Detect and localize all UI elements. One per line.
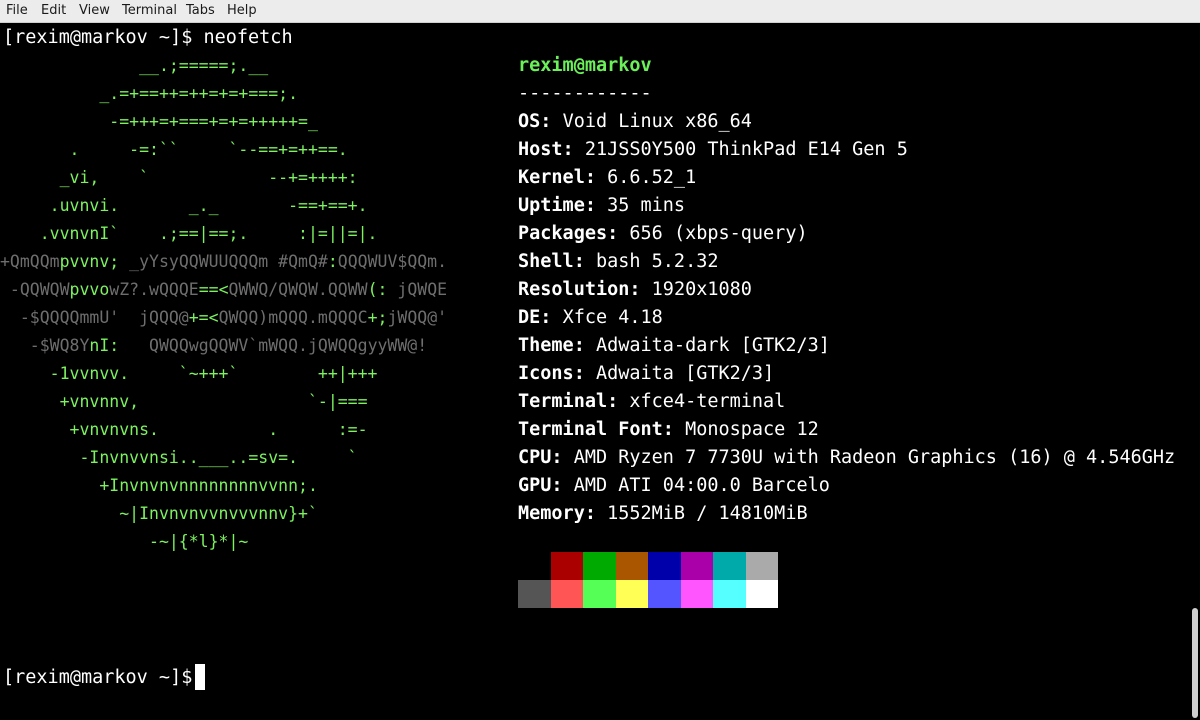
separator: ------------ bbox=[518, 83, 652, 104]
logo-line: . -=:`` `--==+=++==. bbox=[0, 140, 348, 159]
color-swatch bbox=[713, 552, 746, 580]
menu-terminal[interactable]: Terminal bbox=[122, 3, 177, 18]
color-palette bbox=[518, 552, 778, 608]
logo-line: -Invnvvnsi..___..=sv=. ` bbox=[0, 448, 358, 467]
text-cursor bbox=[195, 664, 205, 690]
info-memory: Memory: 1552MiB / 14810MiB bbox=[518, 503, 808, 524]
info-gpu: GPU: AMD ATI 04:00.0 Barcelo bbox=[518, 475, 830, 496]
color-swatch bbox=[680, 580, 713, 608]
color-swatch bbox=[583, 580, 616, 608]
info-theme: Theme: Adwaita-dark [GTK2/3] bbox=[518, 335, 830, 356]
color-swatch bbox=[518, 552, 551, 580]
color-swatch bbox=[615, 580, 648, 608]
info-terminal: Terminal: xfce4-terminal bbox=[518, 391, 786, 412]
logo-line: ~|Invnvnvvnvvvnnv}+` bbox=[0, 504, 318, 523]
prompt-line: [rexim@markov ~]$ bbox=[3, 667, 193, 688]
color-swatch bbox=[713, 580, 746, 608]
color-swatch bbox=[583, 552, 616, 580]
info-os: OS: Void Linux x86_64 bbox=[518, 111, 752, 132]
logo-line: +vnvnnv, `-|=== bbox=[0, 392, 368, 411]
logo-line: +vnvnvns. . :=- bbox=[0, 420, 368, 439]
color-swatch bbox=[680, 552, 713, 580]
logo-line: -~|{*l}*|~ bbox=[0, 532, 249, 551]
color-swatch bbox=[745, 580, 778, 608]
info-kernel: Kernel: 6.6.52_1 bbox=[518, 167, 697, 188]
menu-edit[interactable]: Edit bbox=[41, 3, 66, 18]
info-resolution: Resolution: 1920x1080 bbox=[518, 279, 752, 300]
menu-view[interactable]: View bbox=[79, 3, 110, 18]
logo-line: +Invnvnvnnnnnnnnvvnn;. bbox=[0, 476, 318, 495]
scrollbar[interactable] bbox=[1192, 608, 1198, 718]
terminal-area[interactable]: [rexim@markov ~]$ neofetch __.;=====;.__… bbox=[0, 23, 1200, 720]
info-packages: Packages: 656 (xbps-query) bbox=[518, 223, 808, 244]
menu-help[interactable]: Help bbox=[227, 3, 257, 18]
info-shell: Shell: bash 5.2.32 bbox=[518, 251, 719, 272]
info-icons: Icons: Adwaita [GTK2/3] bbox=[518, 363, 775, 384]
menu-tabs[interactable]: Tabs bbox=[186, 3, 215, 18]
menu-file[interactable]: File bbox=[6, 3, 28, 18]
info-terminal-font: Terminal Font: Monospace 12 bbox=[518, 419, 819, 440]
info-cpu: CPU: AMD Ryzen 7 7730U with Radeon Graph… bbox=[518, 447, 1176, 468]
logo-line: -QQWQWpvvowZ?.wQQQE==<QWWQ/QWQW.QQWW(: j… bbox=[0, 280, 448, 299]
logo-line: -=+++=+===+=+=+++++=_ bbox=[0, 112, 318, 131]
logo-line: .vvnvnI` .;==|==;. :|=||=|. bbox=[0, 224, 378, 243]
color-swatch bbox=[518, 580, 551, 608]
command-line: [rexim@markov ~]$ neofetch bbox=[3, 27, 293, 48]
logo-line: .uvnvi. _._ -==+==+. bbox=[0, 196, 368, 215]
color-swatch bbox=[745, 552, 778, 580]
logo-line: -$QQQQmmU' jQQQ@+=<QWQQ)mQQQ.mQQQC+;jWQQ… bbox=[0, 308, 448, 327]
logo-line: __.;=====;.__ bbox=[0, 56, 269, 75]
logo-line: -$WQ8YnI: QWQQwgQQWV`mWQQ.jQWQQgyyWW@! bbox=[0, 336, 428, 355]
logo-line: _.=+==++=++=+=+===;. bbox=[0, 84, 299, 103]
color-swatch bbox=[648, 552, 681, 580]
logo-line: _vi, ` --+=++++: bbox=[0, 168, 358, 187]
info-de: DE: Xfce 4.18 bbox=[518, 307, 663, 328]
logo-line: +QmQQmpvvnv; _yYsyQQWUUQQQm #QmQ#:QQQWUV… bbox=[0, 252, 448, 271]
user-host: rexim@markov bbox=[518, 55, 652, 76]
logo-line: -1vvnvv. `~+++` ++|+++ bbox=[0, 364, 378, 383]
info-uptime: Uptime: 35 mins bbox=[518, 195, 686, 216]
info-host: Host: 21JSS0Y500 ThinkPad E14 Gen 5 bbox=[518, 139, 908, 160]
color-swatch bbox=[550, 580, 583, 608]
color-swatch bbox=[550, 552, 583, 580]
color-swatch bbox=[615, 552, 648, 580]
color-swatch bbox=[648, 580, 681, 608]
menu-bar: File Edit View Terminal Tabs Help bbox=[0, 0, 1200, 23]
